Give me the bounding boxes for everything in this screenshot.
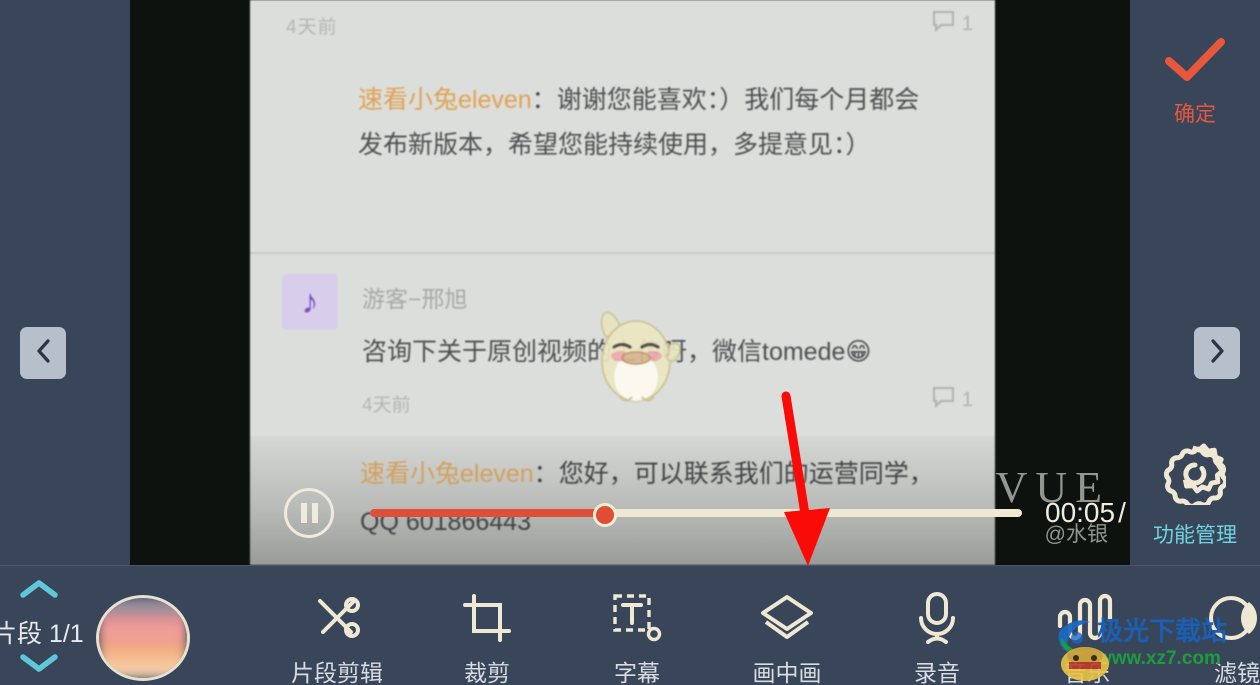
clip-thumbnail-image xyxy=(99,598,187,678)
comment-count-value: 1 xyxy=(961,12,973,35)
function-manage-button[interactable]: 功能管理 xyxy=(1130,443,1260,549)
comment-bubble-icon xyxy=(932,10,955,38)
chevron-left-icon xyxy=(32,336,54,371)
reply-author: 速看小兔eleven xyxy=(358,86,532,114)
tool-filter[interactable]: 滤镜 xyxy=(1162,566,1260,685)
tool-subtitle-label: 字幕 xyxy=(614,660,660,685)
waveform-icon xyxy=(1056,590,1118,646)
tool-clip-edit[interactable]: 片段剪辑 xyxy=(262,566,412,685)
time-separator: / xyxy=(1118,497,1126,528)
confirm-button[interactable]: 确定 xyxy=(1130,36,1260,128)
filter-circle-icon xyxy=(1209,590,1260,646)
current-time: 00:05 xyxy=(1045,497,1116,528)
tool-clip-edit-label: 片段剪辑 xyxy=(291,660,383,685)
post-timestamp-mid: 4天前 xyxy=(362,395,411,416)
tool-pip[interactable]: 画中画 xyxy=(712,566,862,685)
left-gutter xyxy=(0,0,130,565)
right-sidebar: 确定 功能管理 xyxy=(1130,0,1260,565)
checkmark-icon xyxy=(1164,36,1226,89)
gear-icon xyxy=(1163,443,1229,510)
comment-count-mid: 1 xyxy=(932,386,973,414)
video-player[interactable]: 4天前 1 速看小兔eleven：谢谢您能喜欢：）我们每个月都会发布新版本，希望… xyxy=(130,0,1130,565)
post-reply-top: 速看小兔eleven：谢谢您能喜欢：）我们每个月都会发布新版本，希望您能持续使用… xyxy=(358,78,937,168)
scissors-icon xyxy=(311,590,363,646)
seek-bar[interactable] xyxy=(370,503,1022,527)
clip-down-button[interactable] xyxy=(18,652,60,674)
clip-navigator: 片段 1/1 xyxy=(0,566,100,685)
text-box-icon xyxy=(611,590,663,646)
post-message-emoji: 😁 xyxy=(845,338,872,366)
video-editor-screen: 4天前 1 速看小兔eleven：谢谢您能喜欢：）我们每个月都会发布新版本，希望… xyxy=(0,0,1260,685)
tool-record[interactable]: 录音 xyxy=(862,566,1012,685)
prev-clip-button[interactable] xyxy=(20,327,66,379)
seek-handle[interactable] xyxy=(592,503,617,527)
tool-crop-label: 裁剪 xyxy=(464,660,510,685)
pause-icon-bar-right xyxy=(311,503,318,523)
chevron-right-icon xyxy=(1206,336,1228,371)
tool-music-label: 音乐 xyxy=(1064,660,1110,685)
comment-bubble-icon xyxy=(932,386,955,414)
clip-thumbnail[interactable] xyxy=(96,595,190,681)
tool-list: 片段剪辑 裁剪 字幕 画中画 录音 音乐 滤镜 xyxy=(262,566,1260,685)
clip-up-button[interactable] xyxy=(18,578,60,600)
reply-author-bottom: 速看小兔eleven xyxy=(360,460,534,488)
post-reply-bottom: 速看小兔eleven：您好，可以联系我们的运营同学，QQ 601866443 xyxy=(360,450,955,546)
video-frame: 4天前 1 速看小兔eleven：谢谢您能喜欢：）我们每个月都会发布新版本，希望… xyxy=(250,0,995,565)
comment-count-top: 1 xyxy=(932,10,973,38)
tool-music[interactable]: 音乐 xyxy=(1012,566,1162,685)
video-post-mid: ♪ 游客−邢旭 咨询下关于原创视频的上传呀，微信tomede😁 4天前 1 xyxy=(250,254,995,434)
comment-count-value: 1 xyxy=(961,388,973,411)
post-timestamp: 4天前 xyxy=(286,17,338,38)
tool-pip-label: 画中画 xyxy=(752,660,822,685)
layers-icon xyxy=(758,590,816,646)
pause-icon-bar-left xyxy=(300,503,307,523)
function-manage-label: 功能管理 xyxy=(1153,524,1237,547)
crop-icon xyxy=(461,590,513,646)
reply-separator-bottom: ： xyxy=(533,460,559,488)
seek-fill xyxy=(370,509,605,517)
video-post-bottom: 速看小兔eleven：您好，可以联系我们的运营同学，QQ 601866443 xyxy=(250,436,995,565)
duck-sticker xyxy=(600,311,682,402)
tool-crop[interactable]: 裁剪 xyxy=(412,566,562,685)
confirm-label: 确定 xyxy=(1174,103,1216,126)
microphone-icon xyxy=(913,590,961,646)
next-clip-button[interactable] xyxy=(1194,327,1240,379)
post-username: 游客−邢旭 xyxy=(362,286,468,312)
time-display: 00:05/00:14 xyxy=(1045,497,1130,529)
video-post-top: 4天前 1 速看小兔eleven：谢谢您能喜欢：）我们每个月都会发布新版本，希望… xyxy=(250,0,995,252)
reply-separator: ： xyxy=(531,86,557,114)
tool-filter-label: 滤镜 xyxy=(1214,660,1260,685)
clip-index-label: 片段 1/1 xyxy=(0,620,84,648)
music-note-icon: ♪ xyxy=(282,274,338,330)
bottom-toolbar: 片段 1/1 片段剪辑 裁剪 字幕 画中画 录音 音乐 滤镜 xyxy=(0,565,1260,685)
tool-record-label: 录音 xyxy=(914,660,960,685)
pause-button[interactable] xyxy=(284,488,334,538)
tool-subtitle[interactable]: 字幕 xyxy=(562,566,712,685)
